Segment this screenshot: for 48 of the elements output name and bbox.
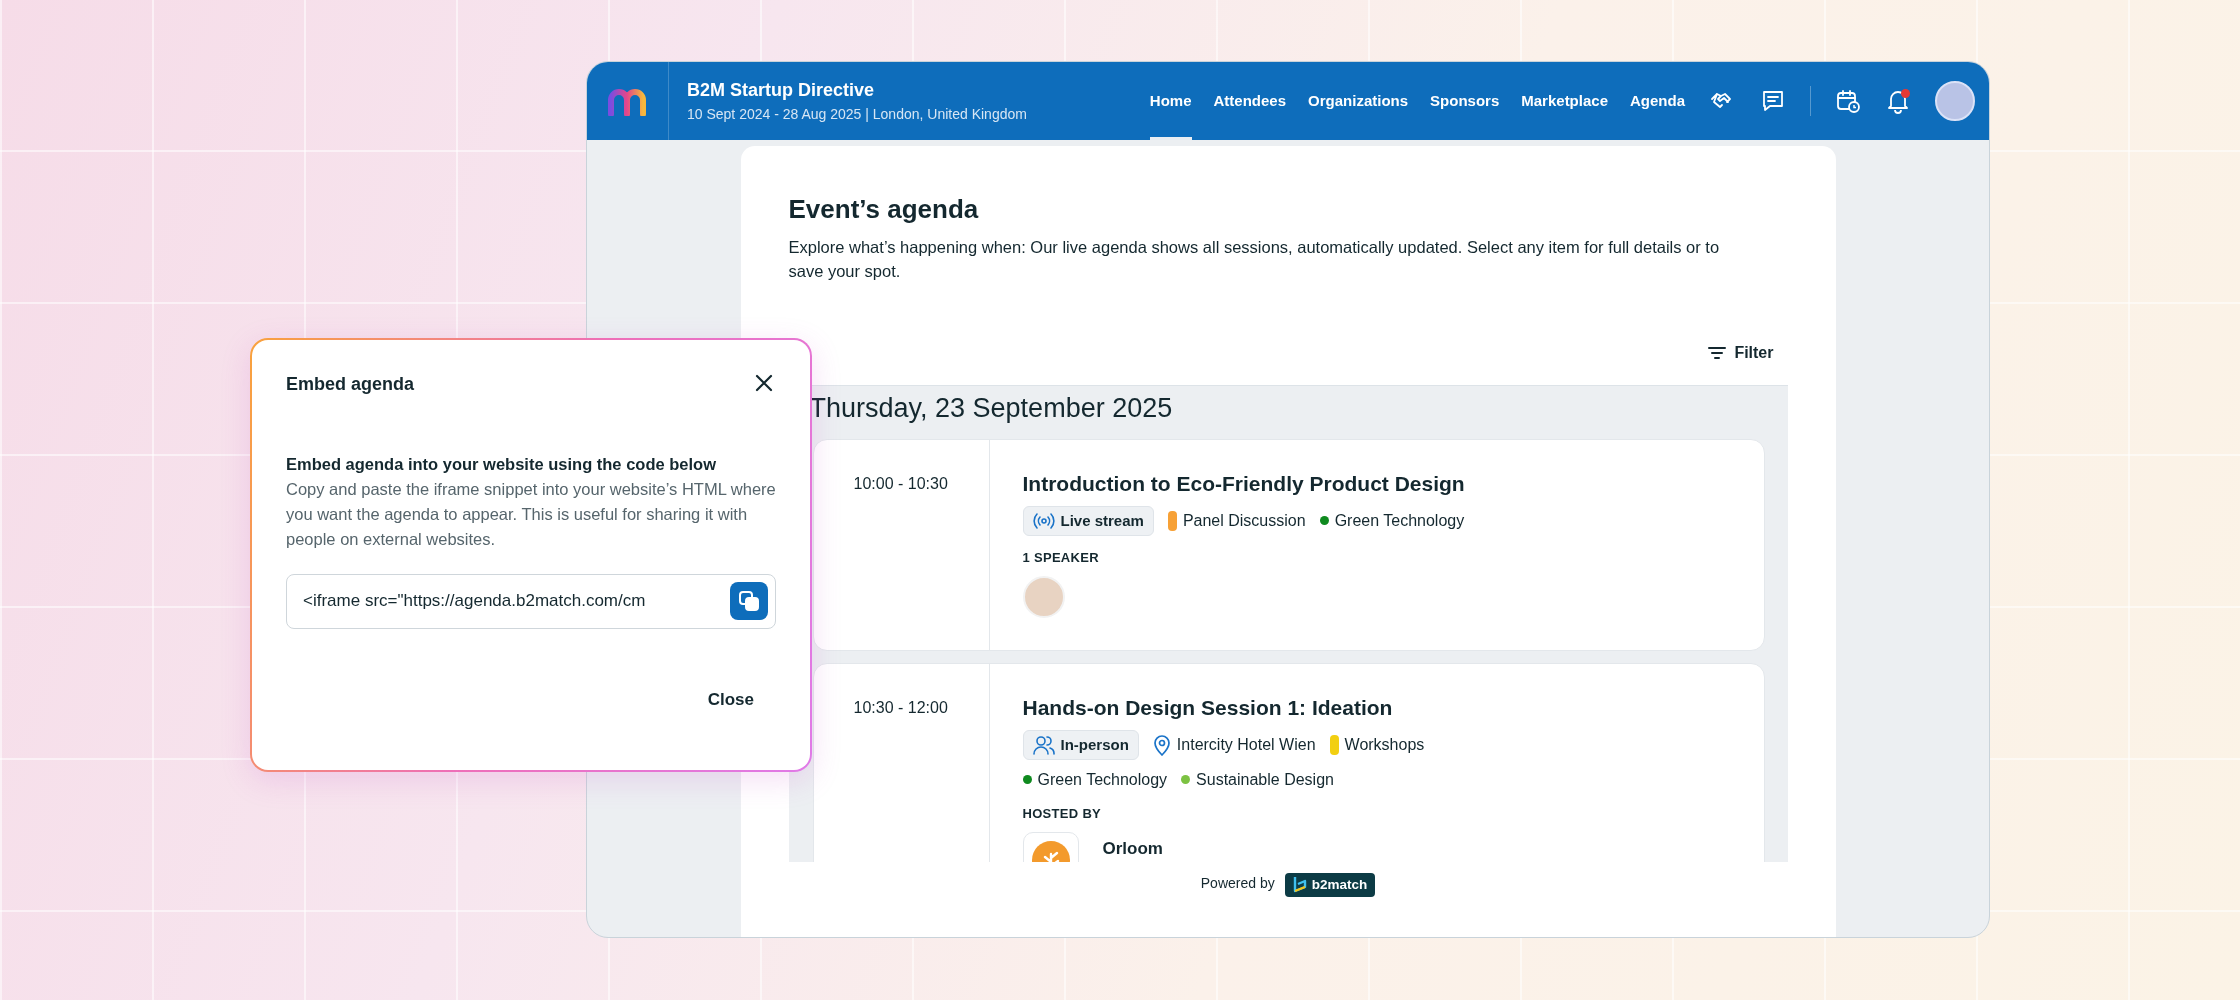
session-time: 10:30 - 12:00 [853, 698, 948, 716]
dialog-title: Embed agenda [286, 374, 415, 396]
powered-by-text: Powered by [1200, 874, 1275, 894]
topic-label: Sustainable Design [1196, 769, 1334, 790]
location-pin-icon [1152, 733, 1171, 756]
nav-tab[interactable]: Home [1138, 62, 1203, 140]
brand-logo-link[interactable]: b2match [1284, 873, 1376, 898]
nav-tab[interactable]: Sponsors [1419, 62, 1511, 140]
event-dates-location: 10 Sept 2024 - 28 Aug 2025 | London, United Kingdom [687, 105, 1027, 124]
calendar-clock-icon[interactable] [1835, 88, 1861, 114]
section-label: HOSTED BY [1022, 805, 1103, 822]
event-title: B2M Startup Directive [687, 79, 876, 102]
filter-button[interactable]: Filter [1694, 337, 1788, 370]
notifications-icon[interactable] [1885, 88, 1911, 114]
session-time: 10:00 - 10:30 [853, 474, 948, 492]
day-heading: Thursday, 23 September 2025 [809, 392, 1174, 426]
session-title[interactable]: Introduction to Eco-Friendly Product Design [1022, 469, 1731, 498]
nav-tab[interactable]: Marketplace [1510, 62, 1619, 140]
session-card[interactable]: 10:30 - 12:00 Hands-on Design Session 1: Ideation In-person Intercity Hotel Wien Workshops Green Technology Sustainable Design HOSTED BY Orloom [812, 662, 1765, 863]
close-button[interactable]: Close [695, 680, 766, 719]
livestream-tag: Live stream [1022, 505, 1154, 536]
category-label: Panel Discussion [1182, 510, 1306, 531]
nav-tab[interactable]: Attendees [1202, 62, 1298, 140]
chat-icon[interactable] [1760, 88, 1786, 114]
topic-label: Green Technology [1334, 510, 1465, 531]
logo-icon[interactable] [606, 86, 649, 116]
in-person-tag: In-person [1022, 729, 1139, 760]
nav-tab[interactable]: Organizations [1297, 62, 1420, 140]
user-avatar[interactable] [1935, 81, 1975, 121]
brand-icon [1292, 876, 1307, 895]
session-card[interactable]: 10:00 - 10:30 Introduction to Eco-Friendly Product Design Live stream Panel Discussion Green Technology 1 SPEAKER [812, 438, 1765, 651]
page-title: Event’s agenda [788, 194, 980, 226]
filter-icon [1708, 346, 1727, 361]
page-description: Explore what’s happening when: Our live agenda shows all sessions, automatically updated. Select any item for full details or to save your spot. [788, 237, 1721, 283]
session-title[interactable]: Hands-on Design Session 1: Ideation [1022, 693, 1731, 722]
dialog-heading: Embed agenda into your website using the code below [286, 453, 717, 475]
section-label: 1 SPEAKER [1022, 549, 1100, 566]
copy-icon [738, 589, 760, 612]
category-label: Workshops [1344, 734, 1425, 755]
nav-tab[interactable]: Agenda [1619, 62, 1696, 140]
embed-code-field[interactable]: <iframe src="https://agenda.b2match.com/cm [286, 573, 776, 629]
location-text: Intercity Hotel Wien [1176, 734, 1316, 755]
copy-button[interactable] [730, 581, 768, 620]
people-icon [1032, 734, 1055, 755]
topic-label: Green Technology [1037, 769, 1168, 790]
broadcast-icon [1032, 512, 1055, 529]
host-name[interactable]: Orloom [1102, 835, 1163, 862]
dialog-description: Copy and paste the iframe snippet into your website’s HTML where you want the agenda to appear. This is useful for sharing it with people on external websites. [286, 478, 776, 550]
